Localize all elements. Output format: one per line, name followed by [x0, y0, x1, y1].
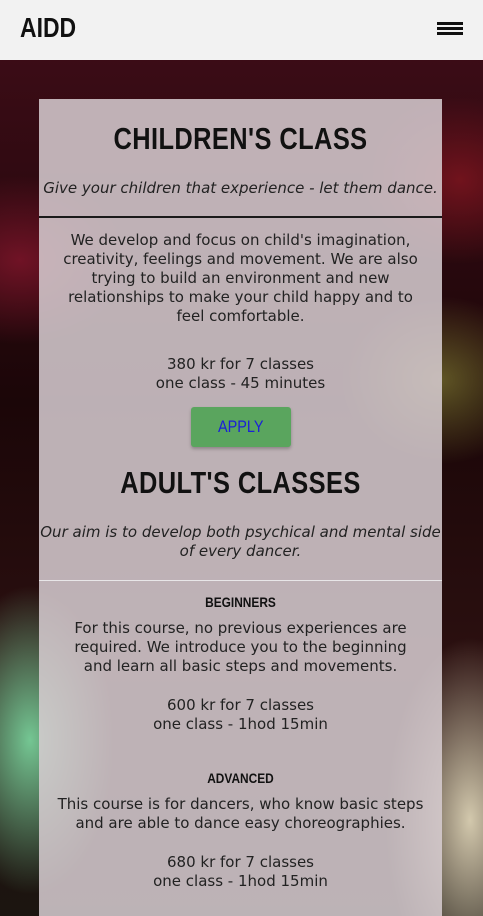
classes-panel: CHILDREN'S CLASS Give your children that…: [39, 99, 442, 916]
hamburger-menu-icon[interactable]: [437, 20, 463, 38]
description-line: This course is for dancers, who know bas…: [57, 795, 424, 813]
description-line: required. We introduce you to the beginn…: [74, 638, 407, 656]
description-line: We develop and focus on child's imaginat…: [70, 231, 411, 249]
childrens-class-subtitle: Give your children that experience - let…: [43, 179, 438, 197]
advanced-price: 680 kr for 7 classes: [166, 853, 314, 871]
description-line: feel comfortable.: [176, 307, 305, 325]
description-line: and learn all basic steps and movements.: [83, 657, 398, 675]
beginners-title: BEGINNERS: [205, 594, 276, 610]
section-divider: [39, 580, 442, 581]
beginners-duration: one class - 1hod 15min: [153, 715, 328, 733]
menu-line: [437, 32, 463, 35]
advanced-duration: one class - 1hod 15min: [153, 872, 328, 890]
description-line: trying to build an environment and new: [91, 269, 390, 287]
childrens-class-duration: one class - 45 minutes: [155, 374, 326, 392]
advanced-description: This course is for dancers, who know bas…: [39, 795, 442, 833]
adults-classes-subtitle: Our aim is to develop both psychical and…: [39, 523, 442, 561]
apply-button[interactable]: APPLY: [191, 407, 291, 447]
menu-line: [437, 22, 463, 25]
subtitle-line: Our aim is to develop both psychical and…: [40, 523, 441, 541]
description-line: creativity, feelings and movement. We ar…: [63, 250, 418, 268]
beginners-description: For this course, no previous experiences…: [39, 619, 442, 676]
top-navigation-bar: AIDD: [0, 0, 483, 60]
subtitle-line: of every dancer.: [179, 542, 302, 560]
menu-line: [437, 27, 463, 30]
apply-button-label: APPLY: [218, 417, 264, 436]
section-divider: [39, 216, 442, 218]
adults-classes-title: ADULT'S CLASSES: [120, 465, 361, 500]
advanced-title: ADVANCED: [207, 770, 274, 786]
beginners-price: 600 kr for 7 classes: [166, 696, 314, 714]
description-line: relationships to make your child happy a…: [68, 288, 413, 306]
childrens-class-price: 380 kr for 7 classes: [166, 355, 314, 373]
childrens-class-title: CHILDREN'S CLASS: [113, 121, 368, 156]
site-logo[interactable]: AIDD: [20, 12, 76, 44]
description-line: For this course, no previous experiences…: [74, 619, 407, 637]
description-line: and are able to dance easy choreographie…: [75, 814, 406, 832]
childrens-class-description: We develop and focus on child's imaginat…: [39, 231, 442, 326]
